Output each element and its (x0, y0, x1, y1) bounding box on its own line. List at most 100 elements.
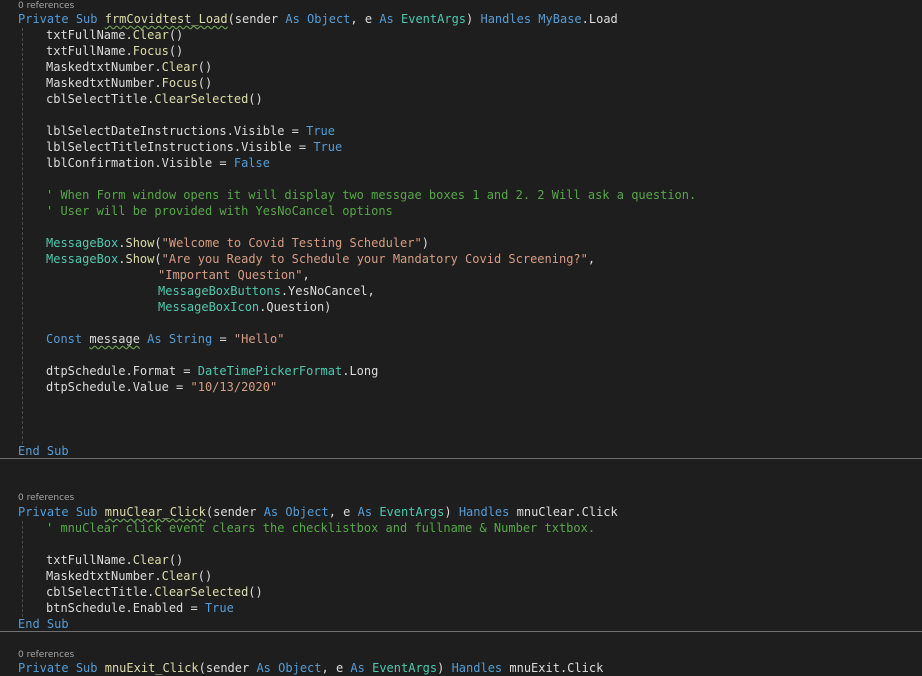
keyword: Private (18, 661, 69, 675)
code-text: () (248, 585, 263, 599)
method-call: ClearSelected (154, 92, 249, 106)
code-text: .Long (342, 364, 379, 378)
code-text: txtFullName. (46, 44, 133, 58)
type-name: Object (285, 505, 329, 519)
method-call: Show (125, 252, 155, 266)
method-call: Clear (132, 28, 169, 42)
method-separator (0, 458, 922, 459)
keyword: Handles (480, 12, 532, 26)
method-name[interactable]: mnuExit_Click (105, 661, 199, 675)
code-text: btnSchedule.Enabled = (46, 601, 205, 615)
code-text: ) (466, 12, 481, 26)
code-line: MaskedtxtNumber.Focus() (46, 75, 212, 91)
sub-declaration-clear: Private Sub mnuClear_Click(sender As Obj… (18, 504, 618, 520)
type-name: Object (307, 12, 351, 26)
code-text: .Load (581, 12, 618, 26)
keyword: As (147, 332, 162, 346)
code-text: mnuClear.Click (509, 505, 618, 519)
code-text: , (587, 252, 596, 266)
keyword: Handles (451, 661, 503, 675)
type-name: EventArgs (379, 505, 445, 519)
method-call: Clear (132, 553, 169, 567)
type-name: MessageBoxIcon (158, 300, 260, 314)
code-comment: ' mnuClear click event clears the checkl… (46, 521, 596, 535)
method-separator (0, 631, 922, 632)
code-text: cblSelectTitle. (46, 585, 155, 599)
type-name: MessageBoxButtons (158, 284, 281, 298)
code-line: MaskedtxtNumber.Clear() (46, 568, 212, 584)
method-call: Clear (161, 569, 198, 583)
code-text: .YesNoCancel, (280, 284, 375, 298)
string-literal: "Welcome to Covid Testing Scheduler" (161, 236, 422, 250)
code-line: MessageBoxButtons.YesNoCancel, (158, 283, 375, 299)
code-line: txtFullName.Clear() (46, 552, 183, 568)
keyword: Sub (75, 505, 98, 519)
code-text: () (197, 76, 213, 90)
keyword: As (285, 12, 300, 26)
code-text: ( (154, 236, 162, 250)
type-name: MessageBox (46, 252, 119, 266)
keyword: Const (46, 332, 83, 346)
type-name: DateTimePickerFormat (197, 364, 343, 378)
code-text: () (197, 60, 213, 74)
code-line: MessageBox.Show("Are you Ready to Schedu… (46, 251, 595, 267)
keyword: Private (18, 12, 69, 26)
type-name: Object (278, 661, 322, 675)
type-name: String (168, 332, 213, 346)
code-line: dtpSchedule.Format = DateTimePickerForma… (46, 363, 378, 379)
code-text: lblSelectDateInstructions.Visible = (46, 124, 307, 138)
unused-variable-warning[interactable]: message (89, 332, 140, 346)
type-name: EventArgs (372, 661, 438, 675)
code-text: ) (444, 505, 459, 519)
code-text: = (212, 332, 234, 346)
code-text: MaskedtxtNumber. (46, 60, 162, 74)
code-text: txtFullName. (46, 28, 133, 42)
code-text: dtpSchedule.Value = (46, 380, 191, 394)
indent-guide (22, 521, 23, 617)
keyword: Sub (75, 12, 98, 26)
end-sub: End Sub (18, 444, 69, 458)
code-text: txtFullName. (46, 553, 133, 567)
method-call: Show (125, 236, 155, 250)
code-text: MaskedtxtNumber. (46, 76, 162, 90)
code-text: (sender (198, 661, 257, 675)
method-name[interactable]: mnuClear_Click (105, 505, 206, 519)
code-comment: ' User will be provided with YesNoCancel… (46, 204, 393, 218)
method-name[interactable]: frmCovidtest_Load (105, 12, 228, 26)
type-name: MessageBox (46, 236, 119, 250)
keyword: MyBase (538, 12, 582, 26)
code-text: , e (350, 12, 380, 26)
code-line: dtpSchedule.Value = "10/13/2020" (46, 379, 277, 395)
method-call: Focus (132, 44, 169, 58)
keyword: Private (18, 505, 69, 519)
code-text: () (168, 28, 184, 42)
keyword: As (350, 661, 365, 675)
keyword: As (256, 661, 271, 675)
sub-declaration-load: Private Sub frmCovidtest_Load(sender As … (18, 11, 618, 27)
string-literal: "Hello" (233, 332, 285, 346)
code-line: Const message As String = "Hello" (46, 331, 284, 347)
string-literal: "Are you Ready to Schedule your Mandator… (161, 252, 588, 266)
codelens-references[interactable]: 0 references (18, 492, 74, 504)
code-line: MessageBox.Show("Welcome to Covid Testin… (46, 235, 429, 251)
code-text: .Question) (259, 300, 332, 314)
code-line: lblConfirmation.Visible = False (46, 155, 270, 171)
keyword: Sub (75, 661, 98, 675)
code-text: () (248, 92, 263, 106)
code-line: MessageBoxIcon.Question) (158, 299, 331, 315)
type-name: EventArgs (401, 12, 467, 26)
code-comment: ' When Form window opens it will display… (46, 188, 697, 202)
code-text: lblConfirmation.Visible = (46, 156, 234, 170)
code-text: (sender (205, 505, 264, 519)
keyword: As (357, 505, 373, 519)
keyword: As (379, 12, 394, 26)
code-editor[interactable]: 0 references Private Sub frmCovidtest_Lo… (0, 0, 922, 675)
code-text: lblSelectTitleInstructions.Visible = (46, 140, 314, 154)
method-call: ClearSelected (154, 585, 249, 599)
code-text: , e (328, 505, 358, 519)
method-call: Focus (161, 76, 198, 90)
keyword: Handles (458, 505, 510, 519)
code-text: , e (321, 661, 351, 675)
code-text: ) (421, 236, 429, 250)
code-line: cblSelectTitle.ClearSelected() (46, 584, 263, 600)
